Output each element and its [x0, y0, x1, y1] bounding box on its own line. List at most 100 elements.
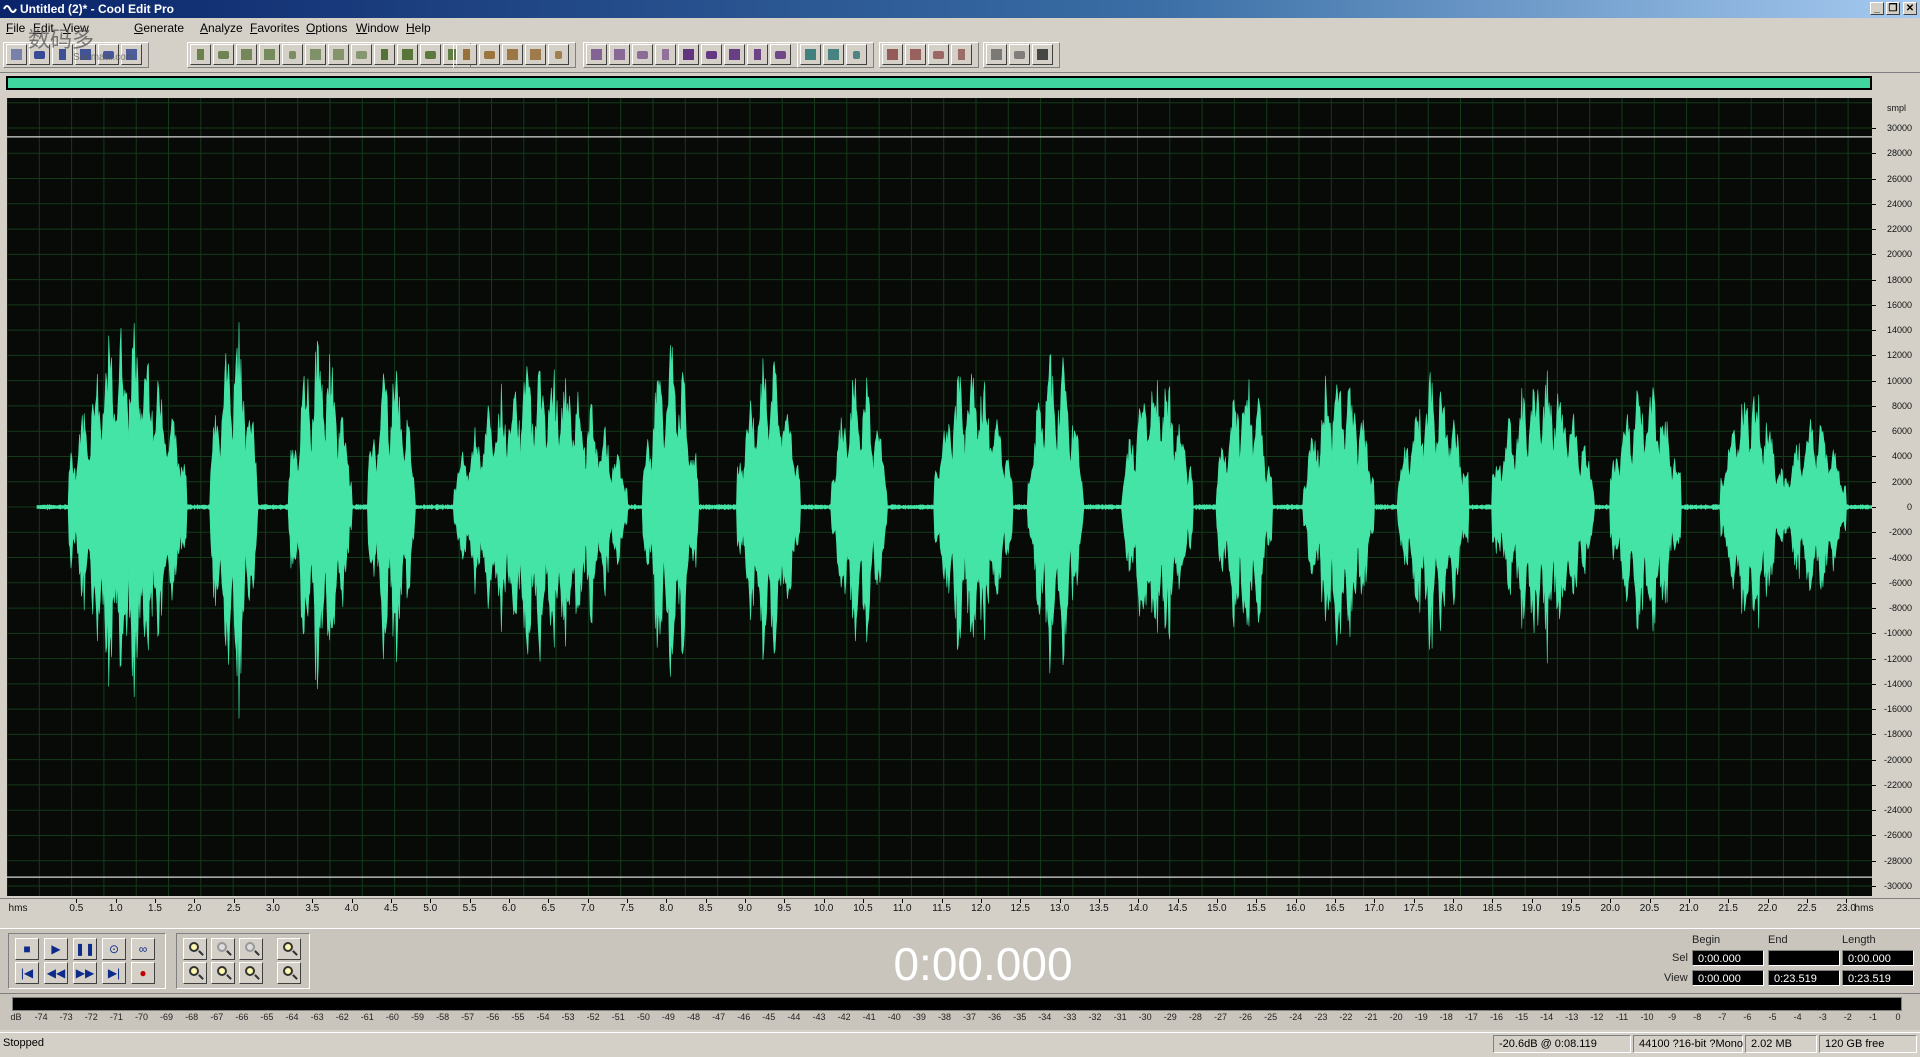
pause-button[interactable]: ❚❚: [73, 938, 97, 960]
play-list-button[interactable]: [525, 44, 546, 65]
fft-icon: [729, 49, 740, 60]
repeat-button[interactable]: [374, 44, 395, 65]
level-meter-tick-label: -49: [661, 1012, 675, 1022]
zoom-controls: [176, 933, 310, 989]
trim-button[interactable]: [328, 44, 349, 65]
go-to-end-button[interactable]: ▶|: [102, 962, 126, 984]
menu-options[interactable]: Options: [306, 21, 347, 35]
time-tick-label: 8.5: [698, 903, 713, 914]
time-button[interactable]: [701, 44, 722, 65]
multitrack-button[interactable]: [6, 44, 27, 65]
tool-button[interactable]: [986, 44, 1007, 65]
info-icon: [775, 51, 786, 59]
zoom-out-vertical-button[interactable]: [277, 962, 301, 984]
waveform-graph[interactable]: [7, 98, 1872, 896]
undo-button[interactable]: [190, 44, 211, 65]
menu-file[interactable]: File: [6, 21, 25, 35]
view-length-field[interactable]: 0:23.519: [1842, 970, 1914, 986]
menu-analyze[interactable]: Analyze: [200, 21, 243, 35]
zoom-out-horizontal-button[interactable]: [211, 938, 235, 960]
loop-button[interactable]: [548, 44, 569, 65]
paste-new-button[interactable]: [305, 44, 326, 65]
insert-icon: [402, 49, 413, 60]
redo-button[interactable]: [213, 44, 234, 65]
view-begin-field[interactable]: 0:00.000: [1692, 970, 1764, 986]
level-meter-tick-label: -50: [636, 1012, 650, 1022]
level-meter-tick-label: -33: [1063, 1012, 1077, 1022]
level-meter-tick-label: -5: [1768, 1012, 1777, 1022]
scan-button[interactable]: [678, 44, 699, 65]
view-end-field[interactable]: 0:23.519: [1768, 970, 1840, 986]
mixdown-button[interactable]: [823, 44, 844, 65]
zoom-full-button[interactable]: [239, 938, 263, 960]
delay-button[interactable]: [951, 44, 972, 65]
zoom-in-vertical-button[interactable]: [277, 938, 301, 960]
copy-button[interactable]: [259, 44, 280, 65]
level-meter-tick-label: 0: [1895, 1012, 1901, 1022]
play-region-button[interactable]: [655, 44, 676, 65]
zoom-to-left-button[interactable]: [183, 962, 207, 984]
convert-button[interactable]: [420, 44, 441, 65]
reverb-button[interactable]: [928, 44, 949, 65]
menu-generate[interactable]: Generate: [134, 21, 184, 35]
level-meter-tick-label: -12: [1590, 1012, 1604, 1022]
go-to-start-button[interactable]: |◀: [15, 962, 39, 984]
restore-button[interactable]: ❐: [1886, 2, 1900, 15]
stop-button[interactable]: ■: [15, 938, 39, 960]
amplitude-tick-mark: [1872, 709, 1876, 711]
batch-button[interactable]: [1032, 44, 1053, 65]
fast-forward-button[interactable]: ▶▶: [73, 962, 97, 984]
paste-button[interactable]: [282, 44, 303, 65]
menu-favorites[interactable]: Favorites: [250, 21, 299, 35]
help-button[interactable]: [846, 44, 867, 65]
sel-length-field[interactable]: 0:00.000: [1842, 950, 1914, 966]
overview-range[interactable]: [8, 78, 1870, 88]
waveform-display[interactable]: [7, 98, 1872, 896]
play-button[interactable]: ▶: [44, 938, 68, 960]
begin-header: Begin: [1692, 934, 1721, 946]
noise-reduction-button[interactable]: [905, 44, 926, 65]
level-meter-tick-label: -9: [1668, 1012, 1677, 1022]
mix-paste-button[interactable]: [351, 44, 372, 65]
filter-button[interactable]: [882, 44, 903, 65]
cd-button[interactable]: [800, 44, 821, 65]
waveform-overview[interactable]: [6, 76, 1872, 90]
level-meter-tick-label: -40: [887, 1012, 901, 1022]
sel-begin-field[interactable]: 0:00.000: [1692, 950, 1764, 966]
pause-icon: ❚❚: [74, 942, 96, 956]
cool-edit-app-icon[interactable]: [3, 2, 17, 16]
envelope-button[interactable]: [479, 44, 500, 65]
info-button[interactable]: [770, 44, 791, 65]
insert-button[interactable]: [397, 44, 418, 65]
amplitude-tick-label: 16000: [1886, 299, 1912, 310]
spectral-button[interactable]: [609, 44, 630, 65]
close-button[interactable]: ✕: [1903, 2, 1917, 15]
cut-button[interactable]: [236, 44, 257, 65]
level-button[interactable]: [747, 44, 768, 65]
amplify-button[interactable]: [456, 44, 477, 65]
menu-window[interactable]: Window: [356, 21, 399, 35]
settings-button[interactable]: [586, 44, 607, 65]
scripts-button[interactable]: [1009, 44, 1030, 65]
multitrack-icon: [11, 49, 22, 60]
time-ruler[interactable]: hms hms 0.5 1.0 1.5 2.0 2.5 3.0 3.5 4.0 4.5 5.0 5.5 6…: [0, 898, 1920, 919]
amplitude-tick-mark: [1872, 380, 1876, 382]
level-meter-tick-label: -23: [1314, 1012, 1328, 1022]
menu-help[interactable]: Help: [406, 21, 431, 35]
cue-list-button[interactable]: [502, 44, 523, 65]
sel-end-field[interactable]: [1768, 950, 1840, 966]
record-button[interactable]: ●: [131, 962, 155, 984]
zoom-selection-button[interactable]: [239, 962, 263, 984]
rewind-button[interactable]: ◀◀: [44, 962, 68, 984]
amplitude-tick-mark: [1872, 405, 1876, 407]
zoom-to-right-button[interactable]: [211, 962, 235, 984]
frequency-button[interactable]: [632, 44, 653, 65]
zoom-in-horizontal-button[interactable]: [183, 938, 207, 960]
loop-play-button[interactable]: ∞: [131, 938, 155, 960]
minimize-button[interactable]: _: [1870, 2, 1884, 15]
time-tick-mark: [1098, 899, 1100, 903]
amplitude-tick-label: 14000: [1886, 325, 1912, 336]
time-tick-mark: [784, 899, 786, 903]
fft-button[interactable]: [724, 44, 745, 65]
play-to-end-button[interactable]: ⊙: [102, 938, 126, 960]
